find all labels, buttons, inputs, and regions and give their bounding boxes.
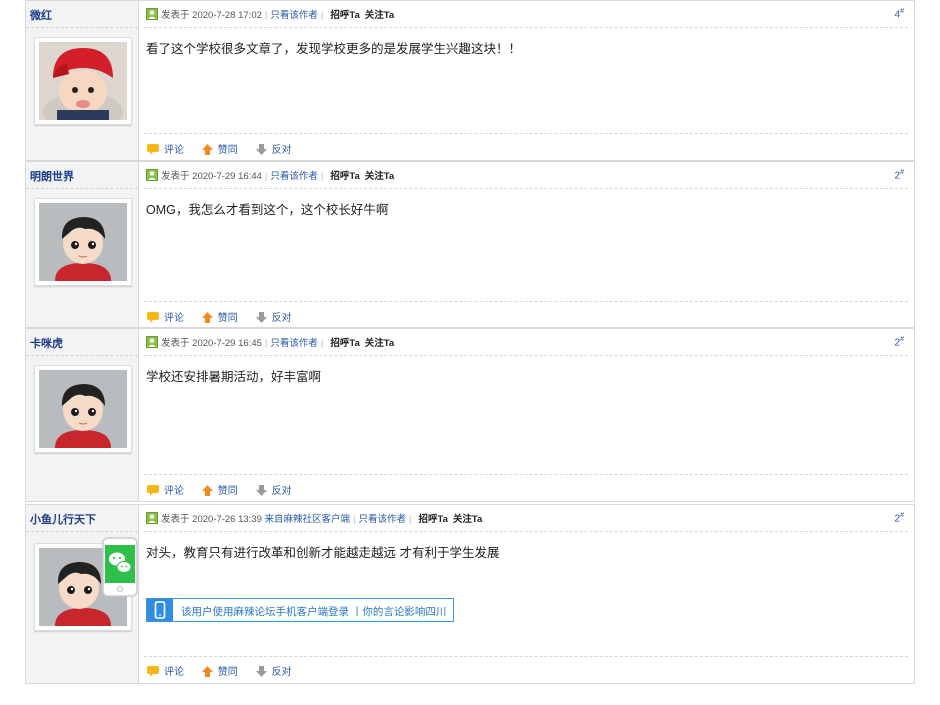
- author-sidebar: 卡咪虎: [26, 329, 139, 501]
- avatar[interactable]: [34, 37, 132, 125]
- post-content: OMG，我怎么才看到这个，这个校长好牛啊: [146, 203, 389, 217]
- thumb-down-arrow-icon: [255, 666, 267, 677]
- only-author-link[interactable]: 只看该作者: [270, 338, 318, 349]
- comment-icon: [147, 485, 159, 496]
- author-sidebar: 明朗世界: [26, 162, 139, 327]
- wechat-phone-badge[interactable]: [102, 537, 138, 597]
- only-author-link[interactable]: 只看该作者: [270, 10, 318, 21]
- post-main: 发表于 2020-7-29 16:44 | 只看该作者 | 招呼Ta 关注Ta 2# OM…: [138, 162, 914, 327]
- only-author-link[interactable]: 只看该作者: [359, 514, 407, 525]
- post-actions: 评论 赞同 反对: [146, 309, 306, 324]
- post-actions: 评论 赞同 反对: [146, 141, 306, 156]
- post-main: 发表于 2020-7-28 17:02 | 只看该作者 | 招呼Ta 关注Ta 4# 看了…: [138, 1, 914, 160]
- username-link[interactable]: 微红: [30, 7, 52, 23]
- user-status-icon: [146, 8, 158, 20]
- post-1: 微红 发表于 2020-7-28 17:02 | 只看该作者 | 招呼Ta 关注…: [25, 0, 915, 161]
- post-4: 小鱼儿行天下 发表于 2020-7-26 13:39 来自麻辣社区客户端 | 只…: [25, 504, 915, 684]
- post-3: 卡咪虎 发表于 2020-7-29 16:45 | 只看该作者 | 招呼Ta 关注T: [25, 328, 915, 502]
- like-button[interactable]: 赞同: [201, 485, 238, 497]
- comment-icon: [147, 312, 159, 323]
- follow-link[interactable]: 关注Ta: [365, 10, 394, 21]
- post-date: 2020-7-26 13:39: [192, 514, 262, 525]
- post-2: 明朗世界 发表于 2020-7-29 16:44 | 只看该作者 | 招呼Ta 关注: [25, 161, 915, 328]
- greet-link[interactable]: 招呼Ta: [330, 10, 359, 21]
- mobile-client-banner[interactable]: 该用户使用麻辣论坛手机客户端登录 丨你的言论影响四川: [146, 598, 454, 622]
- user-status-icon: [146, 336, 158, 348]
- post-actions: 评论 赞同 反对: [146, 663, 306, 678]
- thumb-up-arrow-icon: [201, 312, 213, 323]
- mobile-banner-text: 该用户使用麻辣论坛手机客户端登录 丨你的言论影响四川: [181, 606, 447, 618]
- like-button[interactable]: 赞同: [201, 144, 238, 156]
- author-sidebar: 小鱼儿行天下: [26, 505, 139, 683]
- greet-link[interactable]: 招呼Ta: [419, 514, 448, 525]
- post-date: 2020-7-28 17:02: [192, 10, 262, 21]
- floor-number[interactable]: 2#: [895, 336, 904, 348]
- thumb-down-arrow-icon: [255, 312, 267, 323]
- follow-link[interactable]: 关注Ta: [365, 171, 394, 182]
- comment-icon: [147, 144, 159, 155]
- comment-button[interactable]: 评论: [146, 144, 184, 156]
- client-source-link[interactable]: 来自麻辣社区客户端: [265, 514, 351, 525]
- comment-button[interactable]: 评论: [146, 485, 184, 497]
- comment-icon: [147, 666, 159, 677]
- thumb-up-arrow-icon: [201, 144, 213, 155]
- avatar[interactable]: [34, 198, 132, 286]
- dislike-button[interactable]: 反对: [255, 144, 292, 156]
- floor-number[interactable]: 2#: [895, 512, 904, 524]
- post-meta: 发表于 2020-7-28 17:02 | 只看该作者 | 招呼Ta 关注Ta: [146, 8, 394, 22]
- greet-link[interactable]: 招呼Ta: [330, 171, 359, 182]
- user-status-icon: [146, 169, 158, 181]
- post-actions: 评论 赞同 反对: [146, 482, 306, 497]
- post-main: 发表于 2020-7-29 16:45 | 只看该作者 | 招呼Ta 关注Ta 2# 学校…: [138, 329, 914, 501]
- like-button[interactable]: 赞同: [201, 312, 238, 324]
- follow-link[interactable]: 关注Ta: [365, 338, 394, 349]
- post-meta: 发表于 2020-7-26 13:39 来自麻辣社区客户端 | 只看该作者 | 招呼Ta…: [146, 512, 482, 526]
- comment-button[interactable]: 评论: [146, 666, 184, 678]
- dislike-button[interactable]: 反对: [255, 666, 292, 678]
- post-content: 学校还安排暑期活动，好丰富啊: [146, 370, 322, 384]
- username-link[interactable]: 明朗世界: [30, 168, 74, 184]
- post-content: 看了这个学校很多文章了，发现学校更多的是发展学生兴趣这块！！: [146, 42, 522, 56]
- thumb-up-arrow-icon: [201, 666, 213, 677]
- only-author-link[interactable]: 只看该作者: [270, 171, 318, 182]
- user-status-icon: [146, 512, 158, 524]
- post-date: 2020-7-29 16:45: [192, 338, 262, 349]
- dislike-button[interactable]: 反对: [255, 485, 292, 497]
- post-main: 发表于 2020-7-26 13:39 来自麻辣社区客户端 | 只看该作者 | 招呼Ta…: [138, 505, 914, 683]
- username-link[interactable]: 小鱼儿行天下: [30, 511, 96, 527]
- post-meta: 发表于 2020-7-29 16:44 | 只看该作者 | 招呼Ta 关注Ta: [146, 169, 394, 183]
- username-link[interactable]: 卡咪虎: [30, 335, 63, 351]
- thumb-down-arrow-icon: [255, 485, 267, 496]
- greet-link[interactable]: 招呼Ta: [330, 338, 359, 349]
- post-content: 对头，教育只有进行改革和创新才能越走越远 才有利于学生发展: [146, 546, 500, 560]
- floor-number[interactable]: 4#: [895, 8, 904, 20]
- floor-number[interactable]: 2#: [895, 169, 904, 181]
- author-sidebar: 微红: [26, 1, 139, 160]
- dislike-button[interactable]: 反对: [255, 312, 292, 324]
- post-date: 2020-7-29 16:44: [192, 171, 262, 182]
- wechat-icon: [102, 537, 138, 597]
- thumb-up-arrow-icon: [201, 485, 213, 496]
- follow-link[interactable]: 关注Ta: [453, 514, 482, 525]
- like-button[interactable]: 赞同: [201, 666, 238, 678]
- comment-button[interactable]: 评论: [146, 312, 184, 324]
- avatar[interactable]: [34, 365, 132, 453]
- thumb-down-arrow-icon: [255, 144, 267, 155]
- post-meta: 发表于 2020-7-29 16:45 | 只看该作者 | 招呼Ta 关注Ta: [146, 336, 394, 350]
- mobile-phone-icon: [147, 599, 173, 621]
